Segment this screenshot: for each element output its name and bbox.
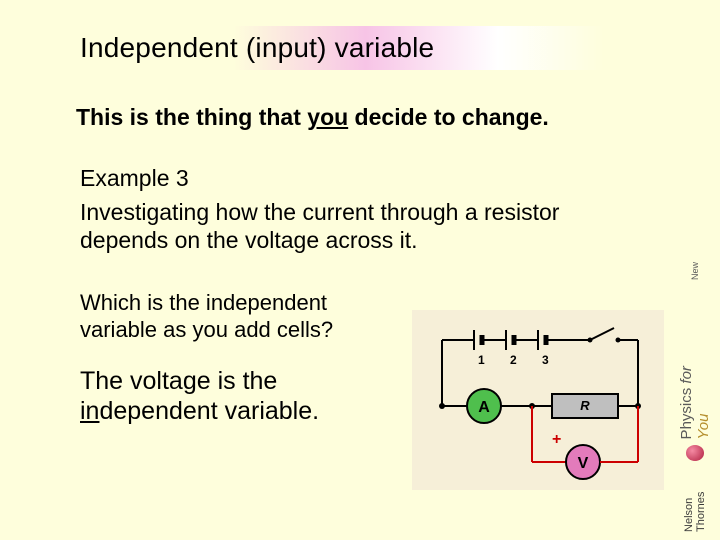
cell-label-2: 2 bbox=[510, 353, 517, 367]
title-band: Independent (input) variable bbox=[74, 26, 604, 70]
answer-text: The voltage is the independent variable. bbox=[80, 366, 380, 426]
example-label: Example 3 bbox=[80, 165, 720, 192]
answer-part-1: The voltage is the bbox=[80, 367, 277, 395]
lead-part-2: decide to change. bbox=[348, 104, 549, 130]
title-word-3: variable bbox=[335, 32, 435, 63]
cell-label-3: 3 bbox=[542, 353, 549, 367]
brand-physics: Physics for You bbox=[678, 350, 712, 439]
brand-blob-icon bbox=[686, 445, 704, 461]
question-text: Which is the independent variable as you… bbox=[80, 290, 380, 344]
plus-label: + bbox=[552, 431, 561, 448]
lead-part-1: This is the thing that bbox=[76, 104, 307, 130]
brand-publisher: Nelson Thornes bbox=[683, 465, 707, 532]
example-description: Investigating how the current through a … bbox=[80, 198, 600, 254]
lead-you: you bbox=[307, 104, 348, 130]
lead-sentence: This is the thing that you decide to cha… bbox=[76, 104, 720, 131]
slide-title: Independent (input) variable bbox=[80, 32, 434, 64]
resistor-label: R bbox=[580, 398, 590, 413]
title-word-2: (input) bbox=[246, 32, 327, 63]
answer-under: in bbox=[80, 397, 99, 425]
answer-part-2: dependent variable. bbox=[99, 397, 319, 425]
ammeter-label: A bbox=[478, 399, 490, 416]
brand-new: New bbox=[690, 262, 700, 280]
title-word-1: Independent bbox=[80, 32, 238, 63]
circuit-diagram: 1 2 3 A R V + bbox=[412, 310, 664, 492]
voltmeter-label: V bbox=[578, 455, 589, 472]
publisher-branding: New Physics for You Nelson Thornes bbox=[678, 262, 712, 532]
cell-label-1: 1 bbox=[478, 353, 485, 367]
